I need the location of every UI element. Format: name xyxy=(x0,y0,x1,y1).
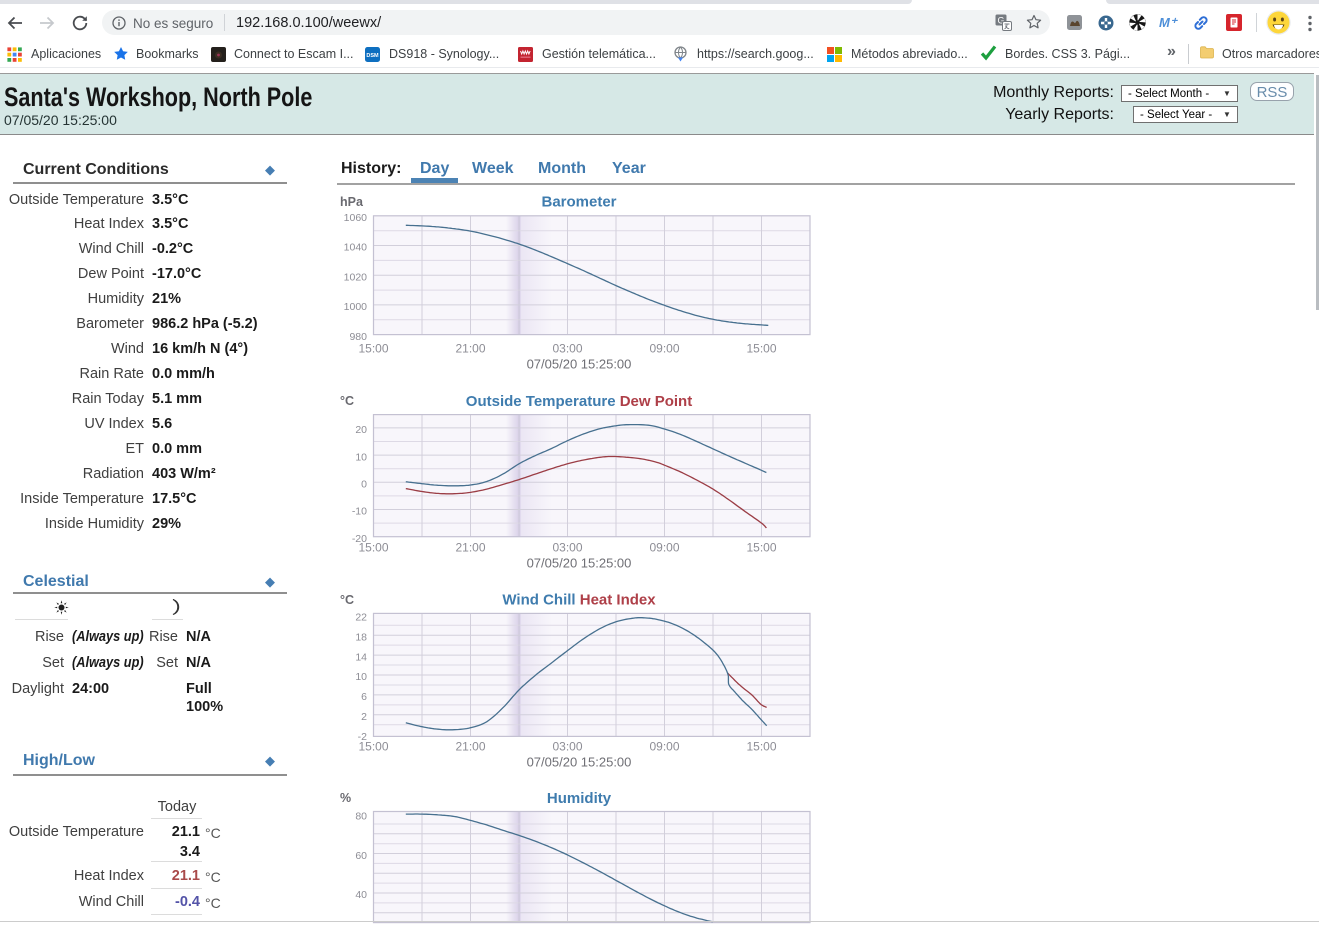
svg-text:22: 22 xyxy=(355,612,367,624)
svg-text:10: 10 xyxy=(355,451,367,463)
svg-text:2: 2 xyxy=(361,711,367,723)
svg-text:40: 40 xyxy=(355,889,367,901)
svg-text:03:00: 03:00 xyxy=(552,342,582,356)
svg-text:15:00: 15:00 xyxy=(358,740,388,754)
svg-text:15:00: 15:00 xyxy=(746,541,776,555)
svg-text:15:00: 15:00 xyxy=(746,740,776,754)
svg-text:°C: °C xyxy=(340,593,354,607)
svg-text:21:00: 21:00 xyxy=(455,541,485,555)
svg-text:09:00: 09:00 xyxy=(649,541,679,555)
svg-text:%: % xyxy=(340,791,351,805)
svg-text:20: 20 xyxy=(355,424,367,436)
svg-text:09:00: 09:00 xyxy=(649,740,679,754)
svg-text:15:00: 15:00 xyxy=(358,342,388,356)
svg-text:60: 60 xyxy=(355,850,367,862)
svg-text:hPa: hPa xyxy=(340,195,364,209)
svg-text:1060: 1060 xyxy=(344,212,368,224)
svg-text:18: 18 xyxy=(355,631,367,643)
svg-text:15:00: 15:00 xyxy=(358,541,388,555)
svg-text:03:00: 03:00 xyxy=(552,740,582,754)
svg-text:07/05/20 15:25:00: 07/05/20 15:25:00 xyxy=(527,556,632,571)
svg-text:1040: 1040 xyxy=(344,242,368,254)
svg-text:07/05/20 15:25:00: 07/05/20 15:25:00 xyxy=(527,357,632,372)
svg-text:0: 0 xyxy=(361,479,367,491)
svg-text:6: 6 xyxy=(361,691,367,703)
svg-text:Humidity: Humidity xyxy=(547,790,612,807)
svg-text:Outside Temperature Dew Point: Outside Temperature Dew Point xyxy=(466,393,692,410)
svg-text:09:00: 09:00 xyxy=(649,342,679,356)
svg-text:14: 14 xyxy=(355,651,367,663)
svg-text:03:00: 03:00 xyxy=(552,541,582,555)
svg-text:1000: 1000 xyxy=(344,301,368,313)
svg-text:80: 80 xyxy=(355,810,367,822)
svg-text:°C: °C xyxy=(340,394,354,408)
svg-text:-10: -10 xyxy=(352,506,367,518)
svg-text:Wind Chill Heat Index: Wind Chill Heat Index xyxy=(502,592,656,609)
svg-text:1020: 1020 xyxy=(344,271,368,283)
svg-text:21:00: 21:00 xyxy=(455,342,485,356)
svg-text:15:00: 15:00 xyxy=(746,342,776,356)
svg-text:21:00: 21:00 xyxy=(455,740,485,754)
svg-text:07/05/20 15:25:00: 07/05/20 15:25:00 xyxy=(527,755,632,770)
svg-text:10: 10 xyxy=(355,671,367,683)
svg-text:Barometer: Barometer xyxy=(541,194,616,211)
